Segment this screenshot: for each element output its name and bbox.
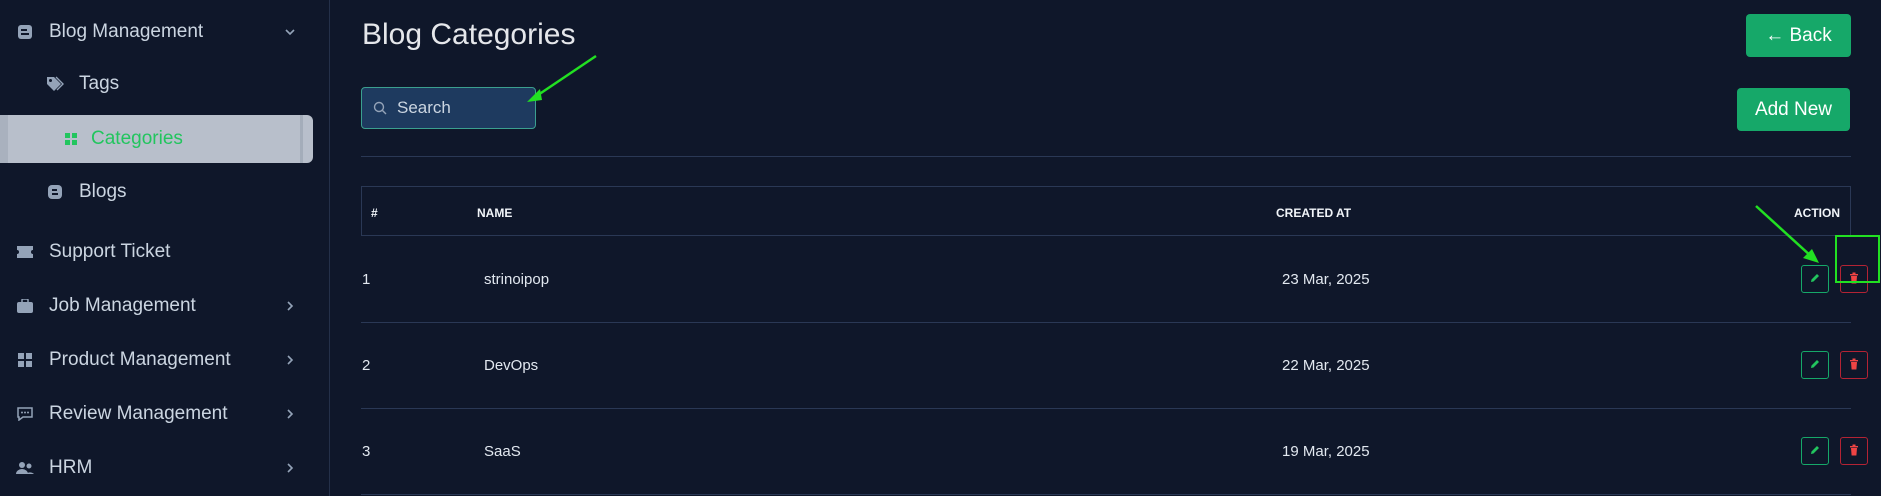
edit-button[interactable] [1801, 265, 1829, 293]
chevron-right-icon [283, 461, 297, 475]
pencil-icon [1809, 357, 1821, 374]
column-header-created-at: CREATED AT [1276, 206, 1352, 220]
sidebar-item-label: Product Management [49, 349, 231, 370]
grid-icon [62, 130, 80, 148]
column-header-action: ACTION [1794, 206, 1840, 220]
row-number: 3 [362, 443, 371, 460]
pencil-icon [1809, 443, 1821, 460]
trash-icon [1848, 357, 1860, 374]
chevron-right-icon [283, 407, 297, 421]
row-name: DevOps [484, 357, 539, 374]
sidebar-item-label: Job Management [49, 295, 196, 316]
comment-icon [16, 405, 34, 423]
sidebar-item-blogs[interactable]: Blogs [0, 168, 329, 216]
row-created-at: 23 Mar, 2025 [1282, 271, 1370, 288]
main-content: Blog Categories ← Back Search Add New # … [330, 0, 1881, 496]
row-name: SaaS [484, 443, 521, 460]
row-created-at: 19 Mar, 2025 [1282, 443, 1370, 460]
search-input[interactable]: Search [361, 87, 536, 129]
edit-button[interactable] [1801, 351, 1829, 379]
sidebar-item-categories[interactable]: Categories [0, 115, 313, 163]
divider [361, 156, 1851, 157]
briefcase-icon [16, 297, 34, 315]
back-button[interactable]: ← Back [1746, 14, 1851, 57]
row-number: 2 [362, 357, 371, 374]
trash-icon [1848, 443, 1860, 460]
sidebar-item-label: Review Management [49, 403, 228, 424]
search-icon [373, 100, 389, 116]
row-number: 1 [362, 271, 371, 288]
annotation-highlight-box [1835, 235, 1880, 283]
sidebar-item-job-management[interactable]: Job Management [0, 282, 329, 330]
sidebar-item-product-management[interactable]: Product Management [0, 336, 329, 384]
grid-icon [16, 351, 34, 369]
sidebar-item-label: Tags [79, 73, 120, 94]
users-icon [16, 459, 34, 477]
sidebar-item-label: Blogs [79, 181, 127, 202]
chevron-down-icon [283, 25, 297, 39]
table-row: 3 SaaS 19 Mar, 2025 [361, 409, 1868, 495]
table-header: # NAME CREATED AT ACTION [361, 186, 1851, 236]
blog-icon [46, 183, 64, 201]
page-title: Blog Categories [362, 18, 576, 51]
column-header-number: # [371, 206, 378, 220]
sidebar-item-label: Support Ticket [49, 241, 171, 262]
edit-button[interactable] [1801, 437, 1829, 465]
sidebar-item-label: HRM [49, 457, 93, 478]
chevron-right-icon [283, 299, 297, 313]
sidebar-item-tags[interactable]: Tags [0, 60, 329, 108]
ticket-icon [16, 243, 34, 261]
blog-icon [16, 23, 34, 41]
sidebar-item-support-ticket[interactable]: Support Ticket [0, 228, 329, 276]
pencil-icon [1809, 271, 1821, 288]
delete-button[interactable] [1840, 437, 1868, 465]
delete-button[interactable] [1840, 351, 1868, 379]
table-row: 2 DevOps 22 Mar, 2025 [361, 323, 1868, 409]
sidebar-item-review-management[interactable]: Review Management [0, 390, 329, 438]
add-new-button[interactable]: Add New [1737, 88, 1850, 131]
sidebar-item-blog-management[interactable]: Blog Management [0, 8, 329, 56]
sidebar-item-hrm[interactable]: HRM [0, 444, 329, 492]
table-row: 1 strinoipop 23 Mar, 2025 [361, 235, 1880, 323]
row-created-at: 22 Mar, 2025 [1282, 357, 1370, 374]
column-header-name: NAME [477, 206, 513, 220]
search-placeholder: Search [397, 98, 451, 117]
tags-icon [46, 75, 64, 93]
row-name: strinoipop [484, 271, 550, 288]
sidebar-item-label: Blog Management [49, 21, 204, 42]
chevron-right-icon [283, 353, 297, 367]
sidebar-item-label: Categories [91, 128, 183, 149]
sidebar: Blog Management Tags Categories Blogs Su… [0, 0, 330, 496]
